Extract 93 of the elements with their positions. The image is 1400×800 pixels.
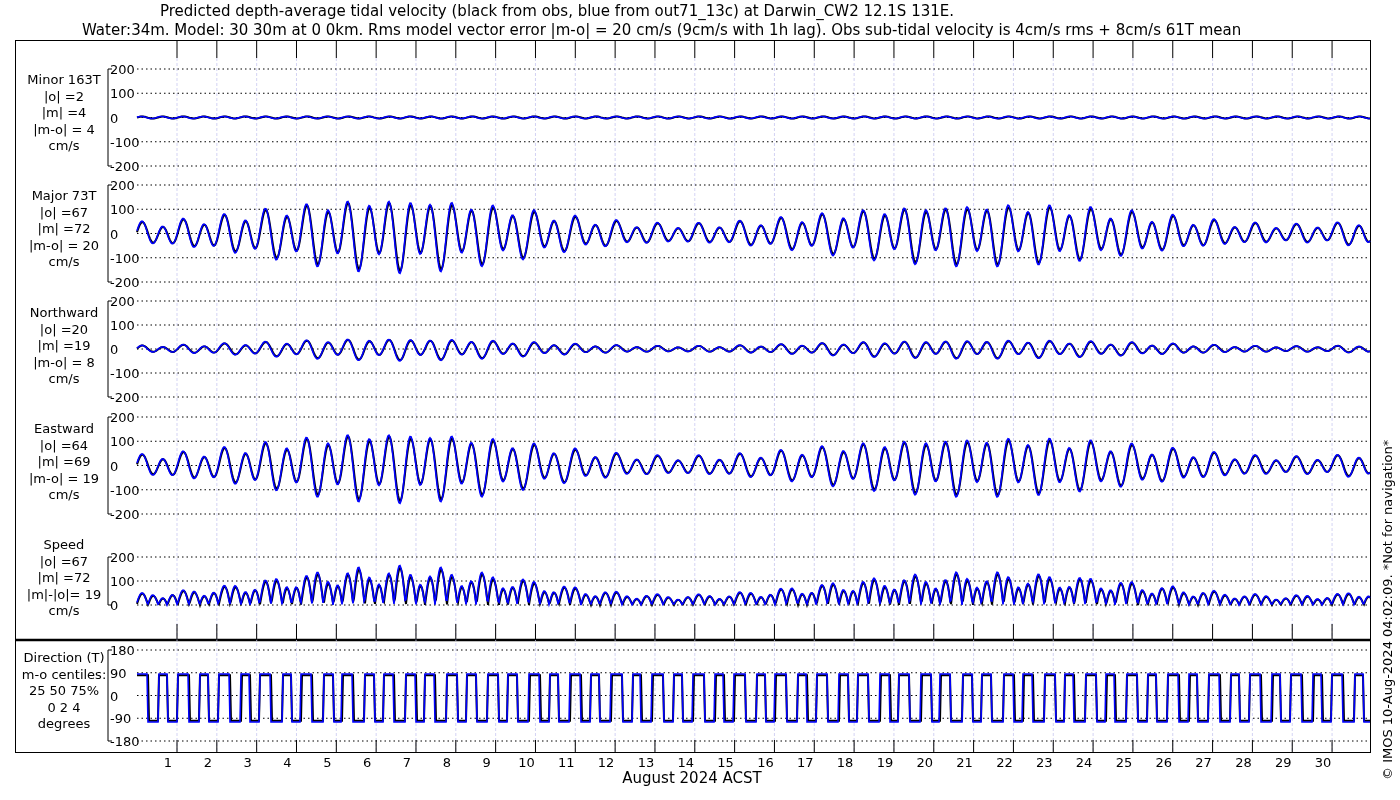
panel-label: |o| =20 [39,321,89,337]
y-tick-label: 180 [110,643,135,658]
panel-label: cm/s [48,138,80,153]
panel-label: cm/s [48,254,80,269]
y-tick-label: -90 [110,711,132,727]
y-tick-label: -200 [110,159,140,174]
panel-label: |m-o| = 20 [29,237,99,253]
day-tick-label: 29 [1274,755,1292,770]
day-tick-label: 15 [717,755,734,770]
panel-label: Northward [29,305,99,320]
day-tick-label: 16 [757,755,774,770]
panel-label: Major 73T [31,188,97,203]
figure-title: Predicted depth-average tidal velocity (black from obs, blue from out71_13c) at Darwin_CW2 12.1S 131E. [160,2,955,20]
day-tick-label: 8 [442,755,451,770]
panel-label: |m|-|o|= 19 [26,586,102,602]
day-tick-label: 24 [1075,755,1093,770]
y-tick-label: -200 [110,390,140,405]
y-tick-label: 0 [110,598,119,613]
day-tick-label: 11 [558,755,575,770]
panel-label: |m-o| = 4 [33,121,95,137]
day-tick-label: 19 [876,755,894,770]
y-tick-label: 0 [110,226,119,242]
day-tick-label: 18 [836,755,854,770]
y-tick-label: 200 [110,410,135,425]
y-tick-label: -100 [110,250,140,266]
panel-label: |o| =67 [39,553,89,569]
y-tick-label: 200 [110,178,135,193]
y-tick-label: 90 [110,665,127,681]
panel-label: cm/s [48,603,80,618]
panel-label: |m| =4 [41,105,87,120]
figure-title: Water:34m. Model: 30 30m at 0 0km. Rms model vector error |m-o| = 20 cm/s (9cm/s with 1h lag). Obs sub-tidal velocity is 4cm/s rms + 8cm/s 61T mean [82,21,1242,39]
day-tick-label: 9 [482,755,491,770]
panel-label: |m| =72 [37,221,91,236]
day-tick-label: 22 [996,755,1013,770]
y-tick-label: 100 [110,574,135,589]
panel-label: cm/s [48,371,80,386]
day-tick-label: 14 [677,755,695,770]
y-tick-label: -200 [110,507,140,522]
panel-label: 0 2 4 [47,699,81,715]
panel-label: |m| =19 [37,338,91,353]
day-tick-label: 13 [637,755,655,770]
panel-label: |m-o| = 8 [33,354,95,370]
day-tick-label: 4 [283,755,292,770]
y-tick-label: 200 [110,294,135,309]
panel-label: |o| =67 [39,204,89,220]
y-tick-label: 100 [110,202,135,218]
panel-label: Speed [43,537,85,552]
day-tick-label: 30 [1314,755,1332,770]
y-axis-bracket [107,556,113,606]
day-tick-label: 21 [956,755,973,770]
panel-label: 25 50 75% [28,683,100,698]
panel-label: Eastward [34,421,94,436]
y-tick-label: 0 [110,342,119,357]
day-tick-label: 6 [363,755,372,770]
y-tick-label: 100 [110,86,135,102]
y-tick-label: -180 [110,734,140,749]
panel-label: Minor 163T [27,72,101,87]
panel-label: |m| =69 [37,454,91,469]
y-tick-label: -200 [110,275,140,290]
y-tick-label: 200 [110,62,135,77]
panel-label: |m| =72 [37,570,91,585]
y-tick-label: 0 [110,110,119,126]
panel-label: |m-o| = 19 [29,470,99,486]
day-tick-label: 26 [1155,755,1172,770]
y-tick-label: -100 [110,134,140,150]
day-tick-label: 2 [203,755,212,770]
y-tick-label: 100 [110,434,135,450]
credit-text: © IMOS 10-Aug-2024 04:02:09. *Not for navigation* [1380,439,1395,780]
day-tick-label: 17 [797,755,814,770]
day-tick-label: 1 [163,755,173,770]
day-tick-label: 28 [1235,755,1252,770]
panel-label: m-o centiles: [21,666,107,682]
day-tick-label: 12 [597,755,615,770]
day-tick-label: 25 [1115,755,1133,770]
day-tick-label: 27 [1195,755,1212,770]
day-tick-label: 3 [243,755,252,770]
y-tick-label: 0 [110,458,119,474]
y-tick-label: -100 [110,366,140,381]
day-tick-label: 23 [1036,755,1053,770]
day-tick-label: 7 [402,755,412,770]
y-tick-label: -100 [110,482,140,498]
panel-label: cm/s [48,487,80,502]
y-tick-label: 0 [110,688,119,704]
panel-label: |o| =2 [44,88,84,104]
y-tick-label: 200 [110,550,135,565]
panel-label: |o| =64 [39,437,89,453]
x-axis-label: August 2024 ACST [622,769,762,787]
panel-label: degrees [37,716,91,731]
y-tick-label: 100 [110,318,135,333]
day-tick-label: 20 [916,755,934,770]
panel-label: Direction (T) [23,650,105,665]
day-tick-label: 10 [518,755,535,770]
day-tick-label: 5 [323,755,332,770]
